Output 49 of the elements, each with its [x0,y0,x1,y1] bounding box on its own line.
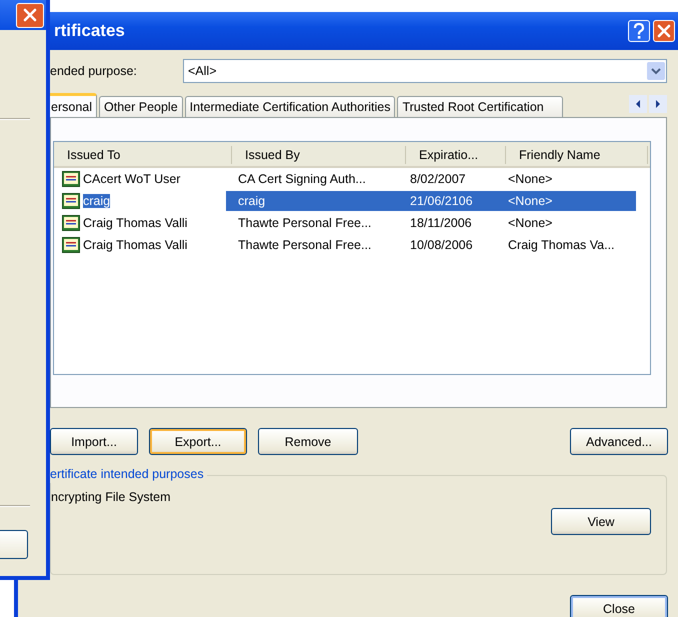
table-cell: Craig Thomas Valli [83,216,188,230]
scroll-right-button[interactable] [649,95,667,113]
column-header[interactable]: Issued To [54,146,232,164]
right-arrow-icon [654,99,662,109]
window-title: rtificates [54,21,126,41]
advanced-button[interactable]: Advanced... [570,428,668,455]
table-cell-text: <None> [507,171,554,188]
purpose-label: ended purpose: [50,64,138,78]
table-cell-text: 10/08/2006 [409,237,474,254]
table-cell: <None> [496,191,636,211]
tab[interactable]: Trusted Root Certification [397,96,564,117]
certificate-icon [62,171,80,187]
close-button[interactable] [16,2,44,28]
certificate-icon [62,193,80,209]
table-cell-text: 18/11/2006 [409,215,473,232]
table-cell: craig [83,194,110,208]
question-mark-icon [631,22,647,40]
action-button[interactable]: Export... [149,428,247,455]
table-cell-text: <None> [507,215,554,232]
purpose-dropdown[interactable]: <All> [183,59,667,83]
table-cell-text: Thawte Personal Free... [237,237,372,254]
close-button[interactable] [653,20,675,42]
view-button[interactable]: View [551,508,651,535]
table-cell: 21/06/2106 [398,191,496,211]
close-icon [655,22,673,40]
tab[interactable]: Intermediate Certification Authorities [184,96,396,117]
table-cell: Craig Thomas Valli [83,238,188,252]
action-button[interactable]: Remove [258,428,358,455]
help-button[interactable] [628,20,650,42]
scroll-left-button[interactable] [629,95,647,113]
table-cell-text: Thawte Personal Free... [237,215,372,232]
close-icon [21,6,39,24]
purposes-text: ncrypting File System [51,490,172,504]
column-header[interactable]: Expiratio... [406,146,506,164]
table-cell: CAcert WoT User [83,172,180,186]
column-header[interactable]: Issued By [232,146,406,164]
table-cell-text: 8/02/2007 [409,171,467,188]
column-header[interactable]: Friendly Name [506,146,648,164]
group-title: ertificate intended purposes [50,467,207,483]
certificate-icon [62,237,80,253]
table-cell-text: CA Cert Signing Auth... [237,171,367,188]
left-arrow-icon [634,99,642,109]
tab[interactable]: Other People [99,96,183,117]
action-button[interactable]: Import... [50,428,138,455]
table-cell: craig [226,191,398,211]
table-cell-text: Craig Thomas Va... [507,237,616,254]
dialog-button[interactable] [0,530,28,559]
close-dialog-button[interactable]: Close [570,595,668,617]
certificate-icon [62,215,80,231]
